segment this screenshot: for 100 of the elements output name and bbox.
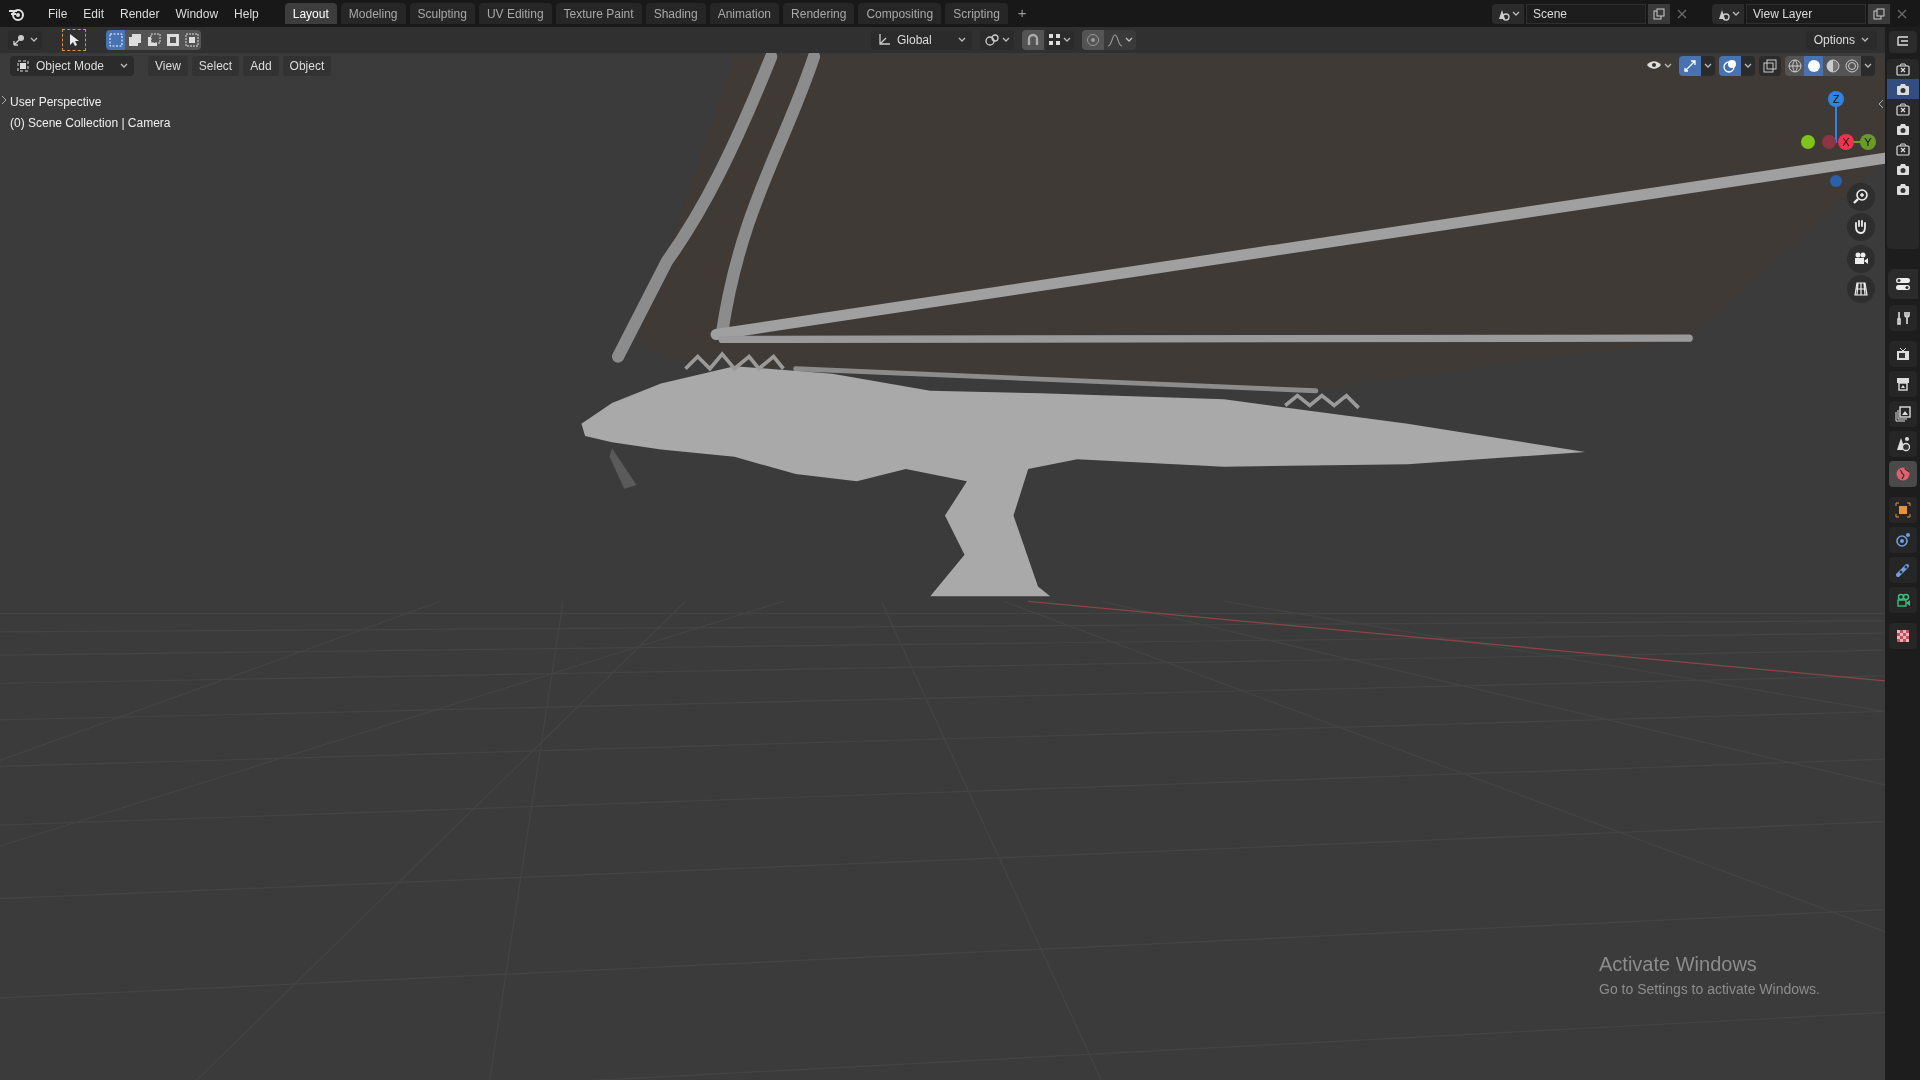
scene-name-field[interactable]: Scene xyxy=(1526,3,1646,24)
menu-item[interactable]: Edit xyxy=(77,4,111,23)
overlays-toggle-button[interactable] xyxy=(1719,56,1741,76)
snap-toggle-button[interactable] xyxy=(1021,30,1044,50)
viewport-info-text: User Perspective xyxy=(10,94,103,111)
properties-tab[interactable] xyxy=(1888,527,1917,553)
new-scene-button[interactable] xyxy=(1648,3,1670,24)
circles-icon xyxy=(983,33,1000,47)
snap-target-button[interactable] xyxy=(1045,30,1074,50)
shading-mode-button[interactable] xyxy=(1842,56,1861,76)
workspace-tab[interactable]: Scripting xyxy=(945,3,1008,24)
gizmo-toggle-button[interactable] xyxy=(1679,56,1701,76)
new-view-layer-button[interactable] xyxy=(1868,3,1890,24)
object-mode-dropdown[interactable]: Object Mode xyxy=(10,56,135,76)
grid-icon xyxy=(1852,280,1870,298)
outliner-editor-button[interactable] xyxy=(1888,31,1917,53)
properties-tab[interactable] xyxy=(1888,305,1917,331)
magnet-icon xyxy=(1025,33,1040,47)
selection-mode-icon xyxy=(126,32,143,48)
close-icon xyxy=(1897,8,1907,19)
hand-button[interactable] xyxy=(1847,213,1875,241)
workspace-tab[interactable]: Compositing xyxy=(858,3,942,24)
falloff-curve-button[interactable] xyxy=(1103,30,1136,50)
link-icon xyxy=(1894,562,1911,578)
selection-mode-icon xyxy=(183,32,200,48)
properties-tab[interactable] xyxy=(1888,431,1917,457)
menu-item[interactable]: Help xyxy=(228,4,265,23)
menu-item[interactable]: File xyxy=(42,4,74,23)
view-layer-name-field[interactable]: View Layer xyxy=(1746,3,1866,24)
caret-icon xyxy=(1512,10,1520,17)
viewport-menu[interactable]: View xyxy=(148,56,188,76)
caret-icon xyxy=(1124,37,1133,43)
arrow-icon xyxy=(1683,59,1697,73)
select-mode-button[interactable] xyxy=(182,30,201,50)
viewport-menu[interactable]: Add xyxy=(243,56,279,76)
watermark-text: Go to Settings to activate Windows. xyxy=(1599,980,1820,999)
camera-icon xyxy=(1894,81,1911,97)
overlays-icon xyxy=(1723,59,1737,73)
options-dropdown[interactable]: Options xyxy=(1805,30,1877,50)
x-ray-button[interactable] xyxy=(1759,56,1781,76)
zoom-button[interactable] xyxy=(1847,183,1875,211)
checker-icon xyxy=(1894,628,1911,644)
properties-editor-button[interactable] xyxy=(1887,269,1918,299)
view-layer-selector-button[interactable] xyxy=(1712,3,1744,24)
editor-type-button[interactable] xyxy=(8,30,42,50)
proportional-editing-button[interactable] xyxy=(1081,30,1104,50)
viewport-menu[interactable]: Object xyxy=(282,56,332,76)
select-tool-button[interactable] xyxy=(62,29,86,51)
pivot-point-button[interactable] xyxy=(979,30,1014,50)
select-mode-button[interactable] xyxy=(125,30,144,50)
shading-options-button[interactable] xyxy=(1861,56,1875,76)
gizmo-options-button[interactable] xyxy=(1701,56,1715,76)
workspace-tab[interactable]: Sculpting xyxy=(409,3,475,24)
scene-selector-button[interactable] xyxy=(1492,3,1524,24)
caret-icon xyxy=(1732,10,1740,17)
properties-tab[interactable] xyxy=(1888,341,1917,367)
camera-button[interactable] xyxy=(1847,245,1875,273)
workspace-tab[interactable]: UV Editing xyxy=(478,3,552,24)
select-mode-button[interactable] xyxy=(106,30,125,50)
workspace-tab[interactable]: Modeling xyxy=(340,3,406,24)
workspace-tab[interactable]: Texture Paint xyxy=(555,3,642,24)
viewport-menu[interactable]: Select xyxy=(191,56,240,76)
caret-icon xyxy=(1062,37,1071,43)
overlays-options-button[interactable] xyxy=(1741,56,1755,76)
properties-tab[interactable] xyxy=(1888,401,1917,427)
caret-icon xyxy=(1664,63,1672,69)
properties-tab[interactable] xyxy=(1888,587,1917,613)
scene-icon xyxy=(1894,436,1911,452)
properties-tab[interactable] xyxy=(1888,497,1917,523)
caret-icon xyxy=(30,37,38,43)
caret-icon xyxy=(1861,37,1869,43)
shading-mode-button[interactable] xyxy=(1804,56,1823,76)
add-workspace-button[interactable]: + xyxy=(1011,2,1033,25)
properties-tab[interactable] xyxy=(1888,371,1917,397)
sidebar-expand-icon[interactable] xyxy=(1,95,7,105)
menu-item[interactable]: Window xyxy=(169,4,225,23)
camera-render-toggle[interactable] xyxy=(1886,79,1919,99)
menu-item[interactable]: Render xyxy=(114,4,166,23)
workspace-tab[interactable]: Shading xyxy=(645,3,706,24)
workspace-tab[interactable]: Animation xyxy=(709,3,780,24)
camera-icon xyxy=(1894,161,1911,177)
caret-icon xyxy=(1001,37,1010,43)
object-mode-icon xyxy=(16,59,30,73)
properties-tab[interactable] xyxy=(1888,557,1917,583)
transform-orientation-dropdown[interactable]: Global xyxy=(871,30,972,50)
selection-mode-icon xyxy=(164,32,181,48)
grid-button[interactable] xyxy=(1847,275,1875,303)
properties-tab[interactable] xyxy=(1888,623,1917,649)
shading-mode-button[interactable] xyxy=(1823,56,1842,76)
camera-icon xyxy=(1894,141,1911,157)
camera-icon xyxy=(1894,592,1911,608)
workspace-tab[interactable]: Layout xyxy=(284,3,337,24)
workspace-tab[interactable]: Rendering xyxy=(783,3,855,24)
select-mode-button[interactable] xyxy=(163,30,182,50)
shading-mode-button[interactable] xyxy=(1785,56,1804,76)
globe-icon xyxy=(1894,466,1911,482)
navigation-gizmo[interactable]: Z X Y xyxy=(1794,91,1878,189)
toggles-icon xyxy=(1894,276,1911,292)
sphere-icon xyxy=(1825,59,1840,73)
zoom-icon xyxy=(1852,188,1870,206)
